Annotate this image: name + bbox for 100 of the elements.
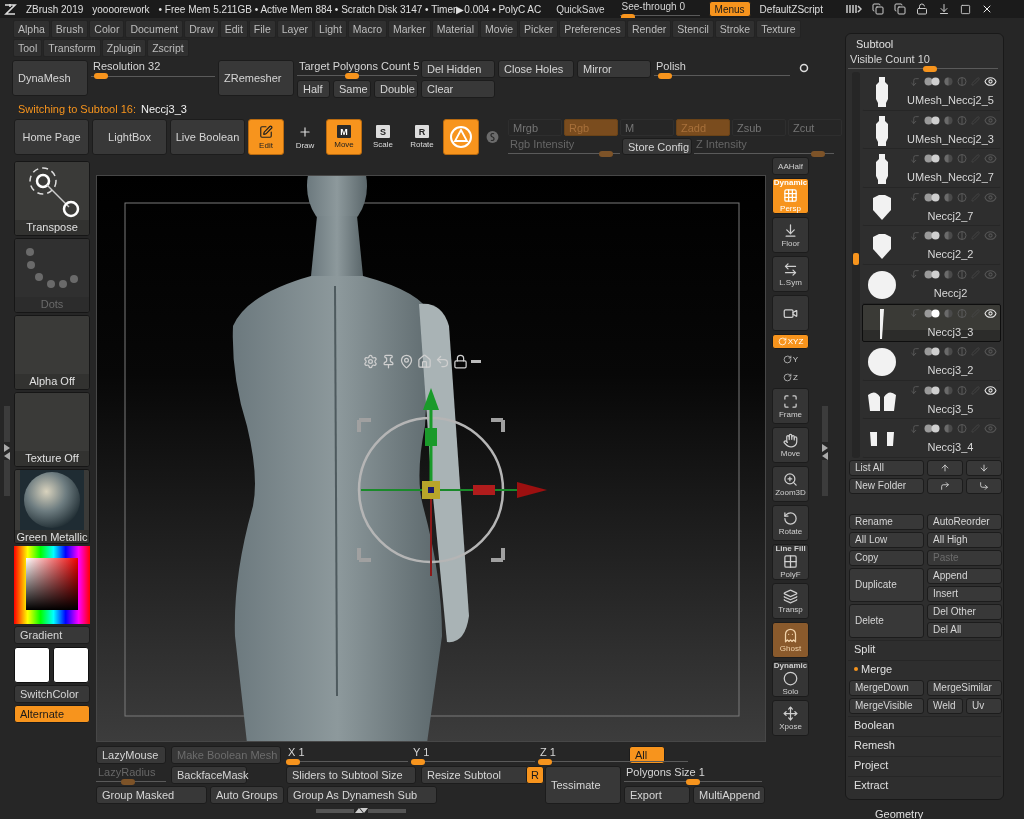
half-circle-icon[interactable] (944, 308, 953, 318)
menu-item[interactable]: Material (431, 20, 480, 38)
menu-item[interactable]: Marker (388, 20, 431, 38)
see-through-slider[interactable] (619, 13, 700, 18)
folder-out-button[interactable] (927, 477, 963, 494)
split-circle-icon[interactable] (957, 192, 967, 202)
subtool-row[interactable]: UMesh_Neccj2_5 (862, 72, 1001, 111)
slider-thumb[interactable] (538, 759, 552, 765)
restore-icon[interactable] (960, 3, 971, 15)
slider-thumb[interactable] (286, 759, 300, 765)
arrow-icon[interactable] (910, 230, 920, 241)
lazymouse-button[interactable]: LazyMouse (96, 746, 166, 764)
transp-button[interactable]: Transp (772, 583, 809, 619)
live-boolean-button[interactable]: Live Boolean (170, 119, 245, 155)
polish-slider[interactable] (654, 73, 790, 78)
menu-item[interactable]: Render (626, 20, 672, 38)
menu-item[interactable]: Edit (219, 20, 248, 38)
color-picker[interactable] (14, 546, 90, 624)
half-circle-icon[interactable] (944, 269, 953, 279)
slider-thumb[interactable] (411, 759, 425, 765)
close-holes-button[interactable]: Close Holes (498, 60, 574, 78)
polygons-size-slider[interactable] (624, 779, 762, 784)
toggle-icon[interactable] (924, 385, 940, 395)
split-circle-icon[interactable] (957, 77, 967, 86)
toggle-icon[interactable] (924, 192, 940, 202)
slider-thumb[interactable] (620, 13, 635, 18)
backface-mask-button[interactable]: BackfaceMask (171, 766, 247, 784)
move-button[interactable]: Move (772, 427, 809, 463)
scroll-thumb[interactable] (853, 253, 859, 266)
weld-button[interactable]: Weld (927, 697, 963, 714)
slider-thumb[interactable] (599, 151, 614, 157)
store-config-button[interactable]: Store Config (622, 138, 692, 155)
toggle-icon[interactable] (924, 154, 940, 164)
blank-slot[interactable]: Alpha Off (14, 315, 90, 390)
windows-icon[interactable] (894, 3, 906, 15)
half-circle-icon[interactable] (944, 385, 953, 395)
slider-thumb[interactable] (94, 73, 109, 79)
switch-color-button[interactable]: SwitchColor (14, 685, 90, 703)
insert-button[interactable]: Insert (927, 585, 1002, 602)
uv-button[interactable]: Uv (966, 697, 1002, 714)
menu-item[interactable]: Document (125, 20, 184, 38)
eye-icon[interactable] (984, 306, 997, 320)
dash-icon[interactable] (471, 359, 481, 364)
menus-button[interactable]: Menus (708, 1, 751, 17)
merge-down-button[interactable]: MergeDown (849, 679, 924, 696)
blank-slot[interactable]: Texture Off (14, 392, 90, 467)
move-button[interactable]: M Move (326, 119, 362, 155)
slider-thumb[interactable] (811, 151, 826, 157)
subtool-row[interactable]: Neccj3_4 (862, 419, 1001, 458)
menu-item[interactable]: Stencil (672, 20, 714, 38)
menu-item[interactable]: Brush (50, 20, 89, 38)
split-circle-icon[interactable] (957, 269, 967, 279)
eye-icon[interactable] (984, 75, 997, 88)
toggle-icon[interactable] (924, 231, 940, 241)
merge-visible-button[interactable]: MergeVisible (849, 697, 924, 714)
quicksave-button[interactable]: QuickSave (550, 1, 611, 17)
half-circle-icon[interactable] (944, 192, 953, 202)
half-circle-icon[interactable] (944, 77, 953, 86)
sliders-to-subtool-size-button[interactable]: Sliders to Subtool Size (286, 766, 416, 784)
auto-reorder-button[interactable]: AutoReorder (927, 513, 1002, 530)
arrow-icon[interactable] (910, 192, 920, 203)
settings-icon[interactable] (363, 354, 378, 369)
copy-button[interactable]: Copy (849, 549, 924, 566)
home-page-button[interactable]: Home Page (14, 119, 89, 155)
lock-icon[interactable] (916, 3, 928, 15)
toggle-icon[interactable] (924, 115, 940, 125)
menu-item[interactable]: Layer (276, 20, 314, 38)
resize-subtool-button[interactable]: Resize Subtool (421, 766, 529, 784)
home-icon[interactable] (417, 354, 432, 369)
clear-button[interactable]: Clear (421, 80, 495, 98)
circle-icon[interactable] (799, 63, 809, 73)
new-folder-button[interactable]: New Folder (849, 477, 924, 494)
frame-button[interactable]: Frame (772, 388, 809, 424)
subtool-row[interactable]: Neccj2_2 (862, 226, 1001, 265)
arrow-icon[interactable] (910, 385, 920, 396)
menu-item[interactable]: Color (89, 20, 125, 38)
menu-item[interactable]: File (248, 20, 276, 38)
tessimate-button[interactable]: Tessimate (545, 766, 621, 804)
toggle-icon[interactable] (924, 424, 940, 434)
main-color-swatch[interactable] (14, 647, 50, 683)
bars-icon[interactable] (846, 4, 862, 14)
panel-toggle-icon[interactable] (3, 405, 11, 496)
group-masked-button[interactable]: Group Masked (96, 786, 207, 804)
axis-button[interactable]: Y (772, 352, 809, 367)
half-button[interactable]: Half (297, 80, 330, 98)
split-section[interactable]: Split (848, 639, 1001, 658)
menu-item[interactable]: Tool (13, 39, 43, 57)
rgb-intensity-slider[interactable] (508, 151, 620, 155)
alternate-button[interactable]: Alternate (14, 705, 90, 723)
arrow-icon[interactable] (910, 115, 920, 126)
y-size-slider[interactable] (411, 759, 535, 764)
rotate-button[interactable]: R Rotate (404, 119, 440, 155)
gizmo-drawing[interactable] (357, 388, 547, 577)
panel-section[interactable]: Project (848, 755, 1001, 774)
pin-icon[interactable] (381, 354, 396, 369)
resolution-slider[interactable] (91, 73, 215, 79)
r-toggle[interactable]: R (526, 766, 544, 784)
append-button[interactable]: Append (927, 567, 1002, 584)
toggle-icon[interactable] (924, 77, 940, 86)
menu-item[interactable]: Draw (184, 20, 219, 38)
